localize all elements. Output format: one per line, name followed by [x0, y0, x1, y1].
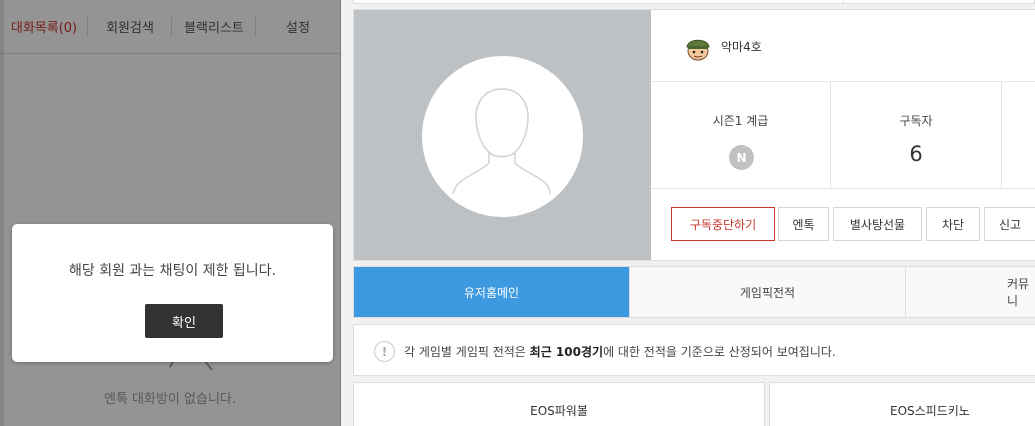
- entalk-button[interactable]: 엔톡: [778, 207, 829, 241]
- level-avatar-icon: [686, 39, 710, 61]
- profile-photo: [422, 56, 583, 217]
- modal-overlay[interactable]: [0, 0, 341, 426]
- profile-photo-area: [354, 10, 651, 260]
- notice-highlight: 최근 100경기: [529, 345, 604, 359]
- page-root: 대화목록(0) 회원검색 블랙리스트 설정 엔톡 대화방이 없습니다. 해당 회…: [0, 0, 1035, 426]
- stat-subscribers-value: 6: [909, 142, 923, 166]
- unsubscribe-button[interactable]: 구독중단하기: [671, 207, 775, 241]
- tab-gamepick-record-label: 게임픽전적: [739, 285, 796, 300]
- grade-badge-icon: N: [729, 145, 754, 170]
- game-box-eos-powerball[interactable]: EOS파워볼: [353, 382, 765, 426]
- game-box-label: EOS스피드키노: [890, 404, 970, 418]
- profile-nickname: 악마4호: [721, 40, 762, 54]
- chat-panel: 대화목록(0) 회원검색 블랙리스트 설정 엔톡 대화방이 없습니다. 해당 회…: [0, 0, 341, 426]
- profile-action-row: 구독중단하기 엔톡 별사탕선물 차단 신고: [651, 190, 1035, 260]
- tab-community[interactable]: 커뮤니: [906, 267, 1035, 317]
- block-button[interactable]: 차단: [926, 207, 980, 241]
- info-exclamation-icon: !: [374, 341, 395, 362]
- game-box-label: EOS파워볼: [530, 404, 588, 418]
- profile-card: 악마4호 시즌1 계급 N 구독자 6 구독중단하기 엔톡 별사탕선물 차단 신…: [353, 9, 1035, 261]
- overlay-edge: [0, 0, 4, 426]
- game-box-eos-speedkeno[interactable]: EOS스피드키노: [769, 382, 1035, 426]
- tab-community-label: 커뮤니: [1007, 277, 1030, 308]
- default-user-silhouette-icon: [452, 88, 551, 195]
- profile-name-row: 악마4호: [651, 10, 1035, 82]
- confirm-button[interactable]: 확인: [145, 304, 223, 338]
- gift-candy-button[interactable]: 별사탕선물: [833, 207, 922, 241]
- notice-text: 각 게임별 게임픽 전적은 최근 100경기에 대한 전적을 기준으로 산정되어…: [404, 343, 836, 360]
- profile-stats-row: 시즌1 계급 N 구독자 6: [651, 82, 1035, 189]
- notice-suffix: 에 대한 전적을 기준으로 산정되어 보여집니다.: [603, 345, 836, 359]
- profile-tab-bar: 유저홈메인 게임픽전적 커뮤니: [353, 266, 1035, 318]
- chat-restriction-dialog: 해당 회원 과는 채팅이 제한 됩니다. 확인: [12, 224, 333, 362]
- stat-season-grade: 시즌1 계급 N: [651, 82, 831, 189]
- stat-subscribers-label: 구독자: [899, 114, 933, 128]
- record-notice: ! 각 게임별 게임픽 전적은 최근 100경기에 대한 전적을 기준으로 산정…: [353, 324, 1035, 376]
- top-strip: [353, 0, 1035, 4]
- notice-prefix: 각 게임별 게임픽 전적은: [404, 345, 530, 359]
- tab-gamepick-record[interactable]: 게임픽전적: [630, 267, 906, 317]
- tab-user-home[interactable]: 유저홈메인: [354, 267, 630, 317]
- tab-user-home-label: 유저홈메인: [463, 285, 520, 300]
- report-button[interactable]: 신고: [984, 207, 1035, 241]
- stat-subscribers: 구독자 6: [831, 82, 1002, 189]
- top-strip-divider: [843, 0, 844, 4]
- dialog-message: 해당 회원 과는 채팅이 제한 됩니다.: [68, 263, 277, 279]
- stat-season-grade-label: 시즌1 계급: [712, 114, 769, 128]
